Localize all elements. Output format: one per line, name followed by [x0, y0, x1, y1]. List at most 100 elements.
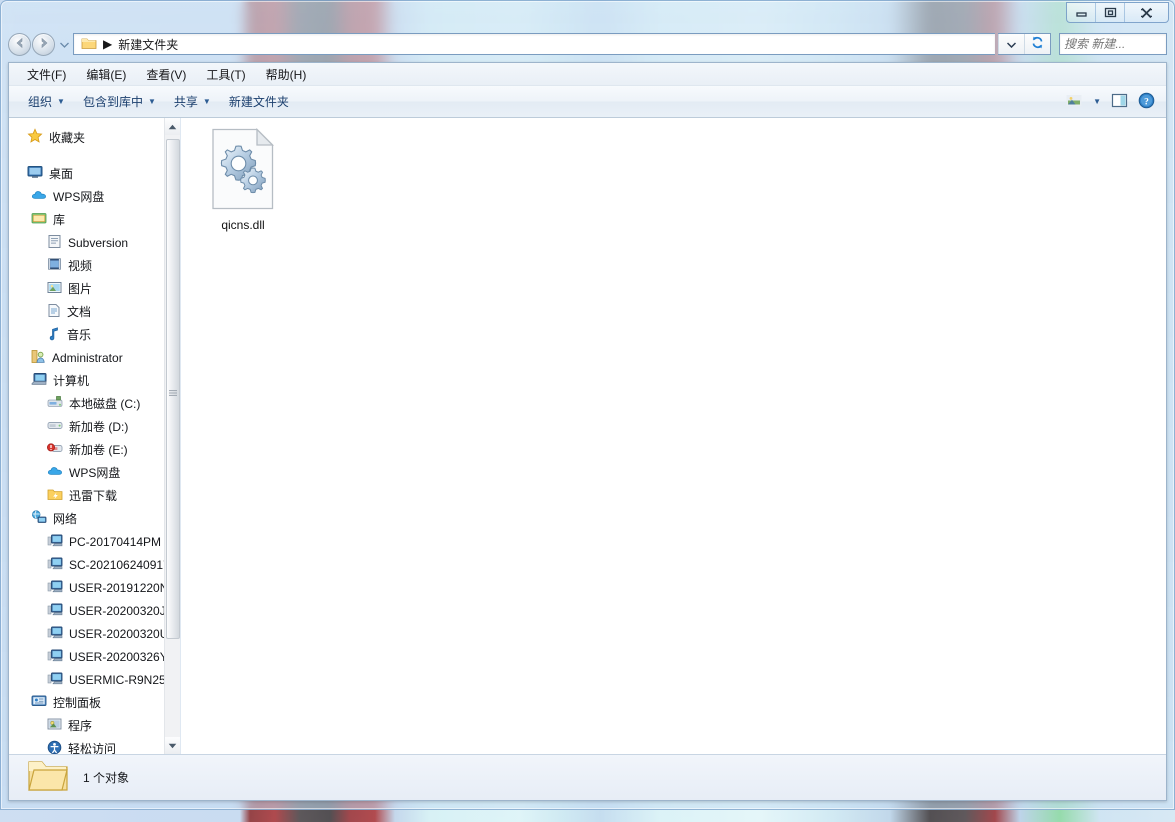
network-pc-icon: [47, 556, 63, 573]
breadcrumb[interactable]: ▶ 新建文件夹: [78, 35, 181, 54]
window-controls: [1066, 2, 1169, 23]
chevron-down-icon: [1006, 37, 1017, 51]
share-with-button[interactable]: 共享 ▼: [165, 89, 220, 114]
nav-item-libraries[interactable]: 库: [9, 208, 180, 231]
nav-item-label: 本地磁盘 (C:): [69, 397, 141, 411]
close-button[interactable]: [1125, 3, 1168, 22]
scroll-up-button[interactable]: [164, 118, 180, 135]
nav-item-volume-d[interactable]: 新加卷 (D:): [9, 415, 180, 438]
restore-button[interactable]: [1096, 3, 1125, 22]
search-box[interactable]: [1059, 33, 1175, 55]
help-button[interactable]: ?: [1133, 89, 1160, 115]
nav-item-documents[interactable]: 文档: [9, 300, 180, 323]
network-pc-icon: [47, 671, 63, 688]
scroll-down-button[interactable]: [164, 737, 180, 754]
nav-item-network-pc-5[interactable]: USER-20200320U: [9, 622, 180, 645]
forward-button[interactable]: [32, 32, 55, 56]
nav-item-programs[interactable]: 程序: [9, 714, 180, 737]
file-name-label: qicns.dll: [221, 218, 265, 232]
change-view-dropdown[interactable]: ▼: [1088, 94, 1106, 109]
nav-item-favorites[interactable]: 收藏夹: [9, 126, 180, 149]
address-bar[interactable]: ▶ 新建文件夹: [73, 33, 995, 55]
back-arrow-icon: [13, 36, 27, 53]
nav-item-network-pc-6[interactable]: USER-20200326Y: [9, 645, 180, 668]
cloud-icon: [31, 189, 47, 204]
refresh-icon: [1030, 35, 1045, 53]
menu-view[interactable]: 查看(V): [136, 63, 196, 86]
programs-icon: [47, 717, 62, 734]
chevron-down-icon: ▼: [1093, 97, 1101, 106]
chevron-down-icon: [59, 37, 69, 51]
nav-item-network-pc-1[interactable]: PC-20170414PM: [9, 530, 180, 553]
status-object-count: 1 个对象: [83, 771, 130, 785]
nav-item-thunder-download[interactable]: 迅雷下载: [9, 484, 180, 507]
organize-label: 组织: [28, 95, 53, 109]
network-icon: [31, 510, 47, 527]
nav-item-label: 控制面板: [53, 696, 102, 710]
include-in-library-label: 包含到库中: [82, 95, 143, 109]
navigation-bar: ▶ 新建文件夹: [8, 31, 1175, 57]
drive-full-icon: [47, 442, 63, 457]
recent-locations-button[interactable]: [58, 33, 70, 55]
nav-item-administrator[interactable]: Administrator: [9, 346, 180, 369]
minimize-button[interactable]: [1067, 3, 1096, 22]
back-button[interactable]: [8, 32, 31, 56]
nav-item-ease-of-access[interactable]: 轻松访问: [9, 737, 180, 754]
nav-item-label: SC-202106240917: [69, 557, 170, 572]
nav-item-music[interactable]: 音乐: [9, 323, 180, 346]
scrollbar-thumb[interactable]: [165, 139, 180, 639]
preview-pane-icon: [1111, 93, 1128, 111]
preview-pane-button[interactable]: [1106, 90, 1133, 114]
nav-item-network-pc-2[interactable]: SC-202106240917: [9, 553, 180, 576]
panes: 收藏夹 桌面 WPS网盘 库 Subversion 视频 图片 文档 音乐 Ad…: [9, 118, 1166, 754]
menu-help[interactable]: 帮助(H): [256, 63, 317, 86]
nav-item-label: WPS网盘: [69, 466, 121, 480]
nav-item-desktop[interactable]: 桌面: [9, 162, 180, 185]
share-with-label: 共享: [173, 95, 198, 109]
menu-edit[interactable]: 编辑(E): [76, 63, 136, 86]
address-bar-controls: [998, 33, 1051, 55]
title-bar: [0, 0, 1175, 27]
nav-item-videos[interactable]: 视频: [9, 254, 180, 277]
nav-item-wps-cloud-2[interactable]: WPS网盘: [9, 461, 180, 484]
nav-item-network[interactable]: 网络: [9, 507, 180, 530]
include-in-library-button[interactable]: 包含到库中 ▼: [74, 89, 165, 114]
search-input[interactable]: [1064, 37, 1175, 51]
scrollbar-track[interactable]: [164, 135, 180, 737]
nav-item-subversion[interactable]: Subversion: [9, 231, 180, 254]
nav-item-network-pc-3[interactable]: USER-20191220N: [9, 576, 180, 599]
navigation-scrollbar[interactable]: [164, 118, 180, 754]
folder-icon: [81, 36, 97, 53]
restore-icon: [1104, 7, 1117, 18]
command-toolbar: 组织 ▼ 包含到库中 ▼ 共享 ▼ 新建文件夹 ▼ ?: [9, 86, 1166, 118]
change-view-button[interactable]: [1060, 90, 1088, 114]
nav-item-label: 计算机: [53, 374, 90, 388]
nav-item-pictures[interactable]: 图片: [9, 277, 180, 300]
file-item[interactable]: qicns.dll: [194, 124, 292, 236]
address-dropdown-button[interactable]: [998, 34, 1024, 54]
thunder-folder-icon: [47, 487, 63, 504]
nav-item-label: USER-20200326Y: [69, 649, 168, 664]
nav-item-volume-e[interactable]: 新加卷 (E:): [9, 438, 180, 461]
dll-file-icon: [209, 127, 277, 213]
nav-item-local-disk-c[interactable]: 本地磁盘 (C:): [9, 392, 180, 415]
nav-item-label: USER-20200320U: [69, 626, 169, 641]
organize-button[interactable]: 组织 ▼: [19, 89, 74, 114]
menu-file[interactable]: 文件(F): [17, 63, 76, 86]
nav-item-label: WPS网盘: [53, 190, 105, 204]
nav-item-wps-cloud[interactable]: WPS网盘: [9, 185, 180, 208]
breadcrumb-current[interactable]: 新建文件夹: [118, 36, 178, 53]
nav-item-network-pc-4[interactable]: USER-20200320J: [9, 599, 180, 622]
minimize-icon: [1075, 7, 1088, 18]
nav-item-computer[interactable]: 计算机: [9, 369, 180, 392]
navigation-pane: 收藏夹 桌面 WPS网盘 库 Subversion 视频 图片 文档 音乐 Ad…: [9, 118, 181, 754]
control-panel-icon: [31, 694, 47, 711]
file-list-view[interactable]: qicns.dll: [181, 118, 1166, 754]
nav-item-label: USER-20200320J: [69, 603, 166, 618]
video-icon: [47, 257, 62, 274]
nav-item-control-panel[interactable]: 控制面板: [9, 691, 180, 714]
nav-item-network-pc-7[interactable]: USERMIC-R9N25: [9, 668, 180, 691]
menu-tools[interactable]: 工具(T): [196, 63, 255, 86]
refresh-button[interactable]: [1024, 34, 1050, 54]
new-folder-button[interactable]: 新建文件夹: [220, 89, 298, 114]
